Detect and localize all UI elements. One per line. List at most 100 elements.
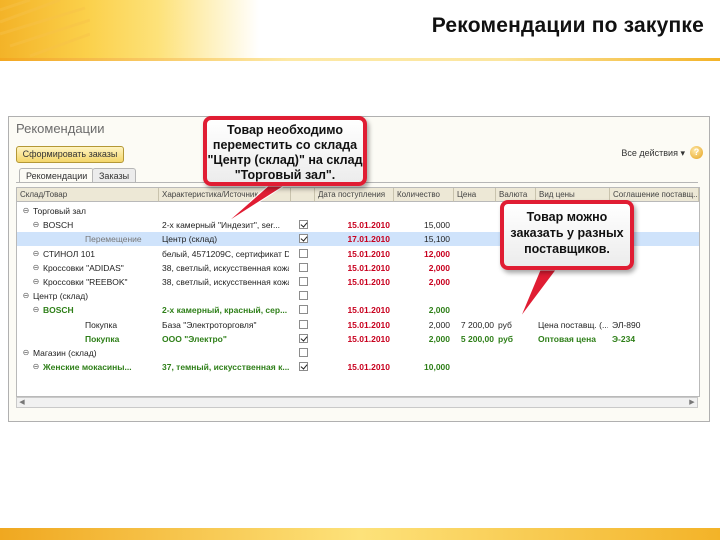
- cell-char: ООО "Электро": [162, 333, 227, 344]
- row-checkbox[interactable]: [299, 248, 308, 258]
- column-header-check[interactable]: [291, 188, 315, 202]
- table-row[interactable]: ⊖ Женские мокасины... 37, темный, искусств…: [17, 360, 699, 374]
- table-row[interactable]: ⊖ Магазин (склад): [17, 346, 699, 360]
- cell-cur: [498, 275, 534, 289]
- row-checkbox[interactable]: [299, 305, 308, 315]
- header-divider: [0, 58, 720, 61]
- scroll-right-icon[interactable]: ▶: [687, 398, 697, 407]
- page-title: Рекомендации по закупке: [431, 14, 704, 37]
- cell-ptype: [538, 360, 608, 374]
- cell-price: [454, 261, 494, 275]
- cell-char: 38, светлый, искусственная кожа: [162, 262, 289, 273]
- cell-qty: [394, 289, 450, 303]
- table-row[interactable]: ⊖ BOSCH 2-х камерный, красный, сер... 15.01…: [17, 303, 699, 317]
- column-header-characteristic[interactable]: Характеристика/Источник...: [159, 188, 291, 202]
- cell-name: Женские мокасины...: [43, 362, 132, 373]
- cell-qty: 15,000: [424, 220, 450, 231]
- cell-ptype: Оптовая цена: [538, 333, 596, 344]
- column-header-warehouse[interactable]: Склад/Товар: [17, 188, 159, 202]
- cell-name: Кроссовки "REEBOK": [43, 277, 128, 287]
- row-checkbox[interactable]: [299, 220, 308, 230]
- cell-date: [315, 346, 390, 360]
- cell-date: 17.01.2010: [347, 234, 390, 245]
- cell-date: 15.01.2010: [347, 277, 390, 287]
- cell-price: [454, 218, 494, 232]
- cell-char: белый, 4571209С, сертификат DE7: [162, 248, 289, 259]
- cell-price: [454, 360, 494, 374]
- expand-toggle-icon[interactable]: ⊖: [31, 303, 41, 317]
- callout-suppliers-note: Товар можно заказать у разных поставщико…: [500, 200, 634, 270]
- slide-header: Рекомендации по закупке: [0, 0, 720, 60]
- table-row[interactable]: ⊖ Кроссовки "REEBOK" 38, светлый, искусств…: [17, 275, 699, 289]
- cell-price: [454, 204, 494, 218]
- cell-date: 15.01.2010: [347, 220, 390, 231]
- cell-date: 15.01.2010: [347, 262, 390, 273]
- cell-date: 15.01.2010: [347, 305, 390, 316]
- cell-price: [454, 275, 494, 289]
- slide-footer: [0, 528, 720, 540]
- header-decoration-icon: [0, 0, 90, 58]
- row-checkbox[interactable]: [299, 348, 308, 357]
- row-checkbox[interactable]: [299, 277, 308, 286]
- cell-char: 37, темный, искусственная к...: [162, 362, 289, 373]
- cell-qty: 2,000: [428, 277, 450, 287]
- table-row[interactable]: ⊖ Центр (склад): [17, 289, 699, 303]
- cell-char: 2-х камерный, красный, сер...: [162, 305, 288, 316]
- row-checkbox[interactable]: [299, 262, 308, 272]
- tab-orders[interactable]: Заказы: [92, 168, 137, 183]
- cell-char: 2-х камерный "Индезит", ser...: [162, 220, 281, 231]
- cell-char: 38, светлый, искусственная кожа: [162, 277, 289, 287]
- cell-qty: 10,000: [424, 362, 450, 373]
- cell-qty: 2,000: [428, 305, 450, 316]
- cell-date: 15.01.2010: [347, 248, 390, 259]
- cell-agr: [612, 303, 697, 317]
- chevron-down-icon: ▾: [680, 148, 685, 158]
- expand-toggle-icon[interactable]: ⊖: [31, 218, 41, 232]
- table-row[interactable]: Покупка База "Электроторговля" 15.01.2010 2…: [17, 318, 699, 332]
- cell-agr: [612, 289, 697, 303]
- cell-name: Торговый зал: [33, 206, 86, 216]
- row-checkbox[interactable]: [299, 291, 308, 301]
- cell-ptype: Цена поставщ. (...: [538, 319, 608, 330]
- cell-qty: [394, 346, 450, 360]
- column-header-quantity[interactable]: Количество: [394, 188, 454, 202]
- cell-cur: [498, 346, 534, 360]
- cell-qty: 15,100: [424, 234, 450, 245]
- cell-name: СТИНОЛ 101: [43, 248, 95, 259]
- cell-char: Центр (склад): [162, 234, 218, 245]
- cell-price: [454, 232, 494, 246]
- cell-date: 15.01.2010: [347, 362, 390, 373]
- create-orders-button[interactable]: Сформировать заказы: [16, 146, 124, 163]
- cell-date: [315, 204, 390, 218]
- column-header-price[interactable]: Цена: [454, 188, 496, 202]
- cell-date: [315, 289, 390, 303]
- cell-name: BOSCH: [43, 220, 74, 231]
- row-checkbox[interactable]: [299, 234, 308, 244]
- horizontal-scrollbar[interactable]: ◀ ▶: [16, 397, 698, 408]
- all-actions-menu[interactable]: Все действия ▾: [621, 148, 685, 159]
- cell-cur: [498, 303, 534, 317]
- cell-qty: 2,000: [428, 262, 450, 273]
- cell-price: 5 200,00: [460, 333, 494, 344]
- cell-cur: [498, 360, 534, 374]
- expand-toggle-icon[interactable]: ⊖: [31, 275, 41, 289]
- cell-ptype: [538, 289, 608, 303]
- cell-name: Центр (склад): [33, 291, 89, 302]
- expand-toggle-icon[interactable]: ⊖: [31, 247, 41, 261]
- expand-toggle-icon[interactable]: ⊖: [21, 346, 31, 360]
- tab-recommendations[interactable]: Рекомендации: [19, 168, 95, 183]
- cell-name: BOSCH: [43, 305, 74, 316]
- expand-toggle-icon[interactable]: ⊖: [21, 204, 31, 218]
- row-checkbox[interactable]: [299, 362, 308, 372]
- cell-price: [454, 247, 494, 261]
- scroll-left-icon[interactable]: ◀: [17, 398, 27, 407]
- table-row[interactable]: Покупка ООО "Электро" 15.01.2010 2,000 5 200…: [17, 332, 699, 346]
- expand-toggle-icon[interactable]: ⊖: [21, 289, 31, 303]
- help-icon[interactable]: ?: [690, 146, 703, 159]
- expand-toggle-icon[interactable]: ⊖: [31, 261, 41, 275]
- cell-price: [454, 346, 494, 360]
- row-checkbox[interactable]: [299, 319, 308, 329]
- column-header-date[interactable]: Дата поступления: [315, 188, 394, 202]
- expand-toggle-icon[interactable]: ⊖: [31, 360, 41, 374]
- row-checkbox[interactable]: [299, 333, 308, 343]
